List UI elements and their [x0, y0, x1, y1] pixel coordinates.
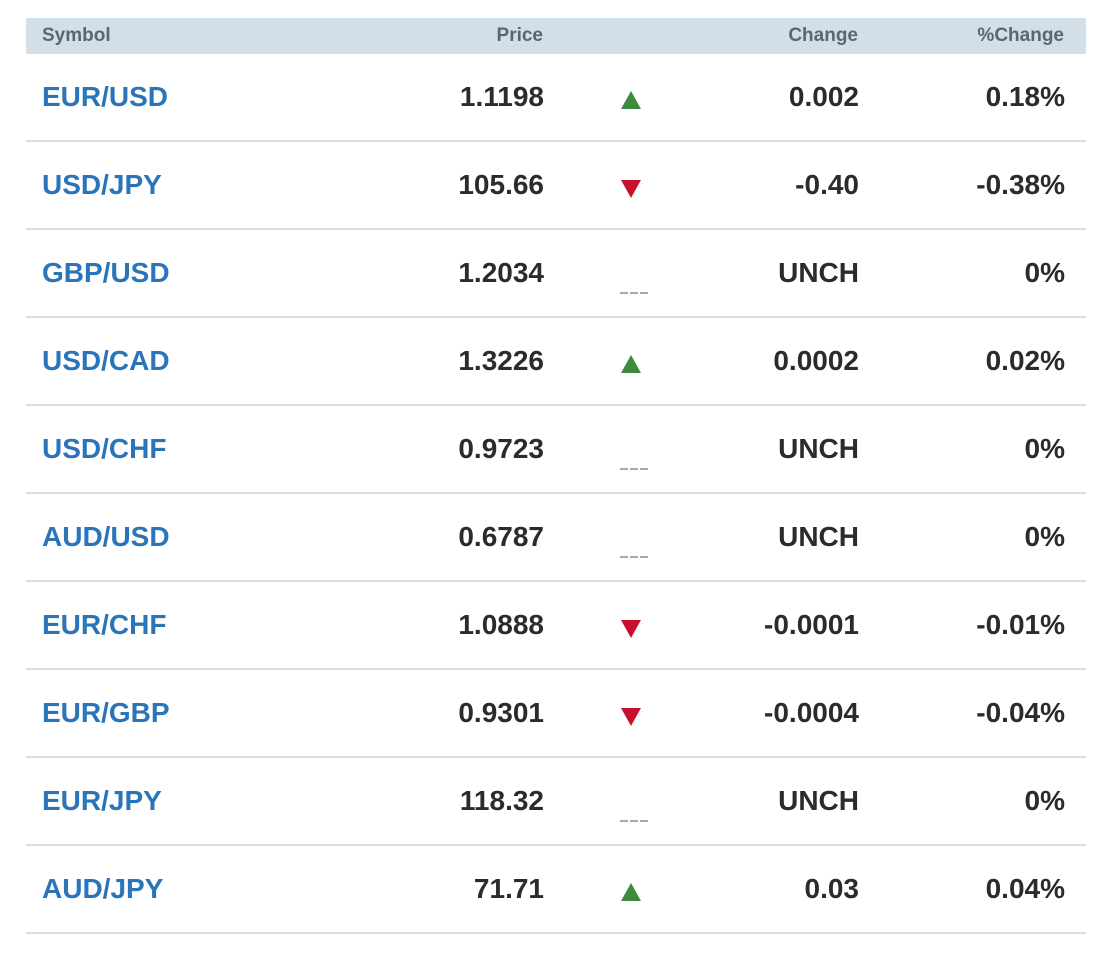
- down-arrow-icon: [620, 708, 642, 726]
- change-value: 0.0002: [773, 345, 859, 376]
- change-value: 0.03: [804, 873, 860, 904]
- table-row: EUR/CHF 1.0888 -0.0001 -0.01%: [26, 582, 1086, 670]
- table-row: USD/CAD 1.3226 0.0002 0.02%: [26, 318, 1086, 406]
- pct-change-value: 0.02%: [985, 345, 1065, 376]
- change-value: UNCH: [778, 433, 859, 464]
- change-value: UNCH: [778, 257, 859, 288]
- pct-change-value: 0.18%: [985, 81, 1065, 112]
- symbol-link[interactable]: USD/CHF: [42, 406, 166, 492]
- price-value: 1.1198: [459, 81, 544, 112]
- up-arrow-icon: [620, 91, 642, 109]
- symbol-link[interactable]: EUR/GBP: [42, 670, 170, 756]
- unchanged-dash-icon: [620, 291, 648, 295]
- price-value: 105.66: [458, 169, 544, 200]
- unchanged-dash-icon: [620, 555, 648, 559]
- pct-change-value: 0.04%: [985, 873, 1065, 904]
- table-row: AUD/JPY 71.71 0.03 0.04%: [26, 846, 1086, 934]
- symbol-link[interactable]: USD/JPY: [42, 142, 162, 228]
- symbol-link[interactable]: USD/CAD: [42, 318, 170, 404]
- price-value: 1.0888: [458, 609, 544, 640]
- table-row: USD/CHF 0.9723 UNCH 0%: [26, 406, 1086, 494]
- up-arrow-icon: [620, 883, 642, 901]
- change-value: -0.40: [795, 169, 859, 200]
- pct-change-value: 0%: [1024, 785, 1065, 816]
- unchanged-dash-icon: [620, 467, 648, 471]
- pct-change-value: 0%: [1024, 521, 1065, 552]
- up-arrow-icon: [620, 355, 642, 373]
- price-value: 0.9301: [458, 697, 544, 728]
- down-arrow-icon: [620, 180, 642, 198]
- table-row: EUR/JPY 118.32 UNCH 0%: [26, 758, 1086, 846]
- pct-change-value: -0.01%: [976, 609, 1065, 640]
- quotes-table: Symbol Price Change %Change EUR/USD 1.119…: [26, 18, 1086, 934]
- header-pct-change: %Change: [977, 25, 1064, 46]
- table-row: USD/JPY 105.66 -0.40 -0.38%: [26, 142, 1086, 230]
- unchanged-dash-icon: [620, 819, 648, 823]
- down-arrow-icon: [620, 620, 642, 638]
- table-body: EUR/USD 1.1198 0.002 0.18% USD/JPY 105.66 -0.4…: [26, 54, 1086, 934]
- price-value: 0.9723: [458, 433, 544, 464]
- symbol-link[interactable]: AUD/USD: [42, 494, 170, 580]
- symbol-link[interactable]: GBP/USD: [42, 230, 170, 316]
- table-row: EUR/GBP 0.9301 -0.0004 -0.04%: [26, 670, 1086, 758]
- price-value: 71.71: [473, 873, 544, 904]
- symbol-link[interactable]: EUR/USD: [42, 54, 168, 140]
- change-value: -0.0004: [764, 697, 859, 728]
- symbol-link[interactable]: EUR/CHF: [42, 582, 166, 668]
- table-row: GBP/USD 1.2034 UNCH 0%: [26, 230, 1086, 318]
- table-row: EUR/USD 1.1198 0.002 0.18%: [26, 54, 1086, 142]
- table-header: Symbol Price Change %Change: [26, 18, 1086, 54]
- header-price: Price: [496, 25, 543, 46]
- change-value: -0.0001: [764, 609, 859, 640]
- change-value: UNCH: [778, 521, 859, 552]
- header-symbol: Symbol: [42, 25, 111, 46]
- price-value: 0.6787: [458, 521, 544, 552]
- change-value: 0.002: [788, 81, 859, 112]
- symbol-link[interactable]: AUD/JPY: [42, 846, 163, 932]
- change-value: UNCH: [778, 785, 859, 816]
- pct-change-value: 0%: [1024, 257, 1065, 288]
- pct-change-value: 0%: [1024, 433, 1065, 464]
- price-value: 1.3226: [458, 345, 544, 376]
- price-value: 118.32: [459, 785, 544, 816]
- header-change: Change: [788, 25, 858, 46]
- pct-change-value: -0.04%: [976, 697, 1065, 728]
- pct-change-value: -0.38%: [976, 169, 1065, 200]
- price-value: 1.2034: [458, 257, 544, 288]
- symbol-link[interactable]: EUR/JPY: [42, 758, 162, 844]
- table-row: AUD/USD 0.6787 UNCH 0%: [26, 494, 1086, 582]
